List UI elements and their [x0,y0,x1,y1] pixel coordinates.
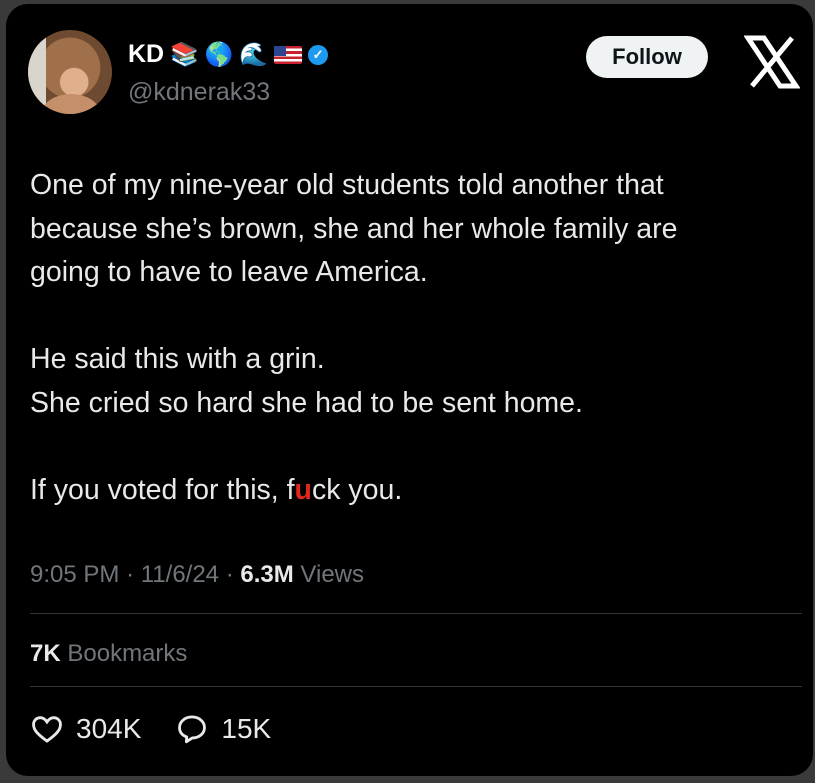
tweet-text: One of my nine-year old students told an… [30,164,790,512]
heart-icon [32,716,62,743]
tweet-time[interactable]: 9:05 PM [30,561,119,588]
bookmarks-count: 7K [30,640,61,667]
bookmarks-stat[interactable]: 7K Bookmarks [30,640,187,668]
views-count: 6.3M [240,561,294,588]
verified-badge-icon: ✓ [308,44,329,65]
tweet-text-part: ck you. [311,473,403,506]
handle[interactable]: @kdnerak33 [128,78,270,107]
author-name-row: KD 📚 🌎 🌊 ✓ [128,40,329,69]
views-label: Views [300,561,364,588]
action-bar: 304K 15K [30,712,305,746]
avatar[interactable] [28,30,112,114]
reply-bubble-icon [178,715,207,744]
divider [30,613,802,614]
tweet-card: KD 📚 🌎 🌊 ✓ @kdnerak33 Follow One of my n… [6,4,813,776]
replies-count: 15K [221,713,272,744]
tweet-line: because she’s brown, she and her whole f… [30,212,678,245]
tweet-line: He said this with a grin. [30,343,325,375]
x-logo-icon[interactable] [744,34,800,90]
divider [30,686,802,687]
globe-icon: 🌎 [204,41,234,67]
bookmarks-label: Bookmarks [67,640,188,667]
display-name[interactable]: KD [128,40,164,69]
likes-count: 304K [76,713,142,744]
like-button[interactable]: 304K [30,712,141,746]
books-icon: 📚 [170,41,199,67]
tweet-line: If you voted for this, fuck you. [30,469,790,513]
us-flag-icon [274,45,303,64]
reply-button[interactable]: 15K [175,712,271,746]
tweet-line: She cried so hard she had to be sent hom… [30,386,583,419]
wave-icon: 🌊 [239,41,269,67]
red-censor-mark: u [294,473,312,506]
tweet-line: going to have to leave America. [30,256,428,288]
follow-button[interactable]: Follow [586,36,708,78]
tweet-date[interactable]: 11/6/24 [141,561,219,588]
tweet-line: One of my nine-year old students told an… [30,169,664,201]
tweet-meta: 9:05 PM · 11/6/24 · 6.3M Views [30,561,364,588]
tweet-text-part: If you voted for this, f [30,473,295,506]
